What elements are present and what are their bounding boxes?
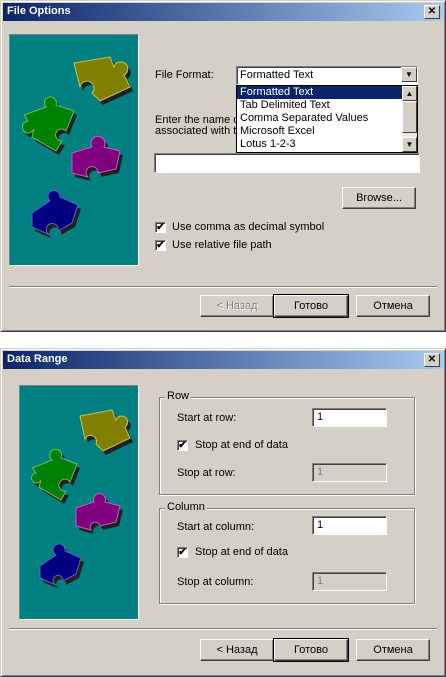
wizard-illustration	[19, 385, 139, 620]
separator	[9, 286, 437, 288]
back-button[interactable]: < Назад	[200, 295, 274, 317]
file-format-select[interactable]: Formatted Text ▼	[236, 66, 418, 85]
dropdown-option[interactable]: Comma Separated Values	[237, 112, 402, 125]
done-button[interactable]: Готово	[273, 638, 349, 662]
dropdown-option[interactable]: Formatted Text	[237, 86, 402, 99]
done-button[interactable]: Готово	[273, 294, 349, 318]
stop-end-row-checkbox[interactable]: ✔	[177, 440, 188, 451]
enter-name-text-2: associated with t	[155, 125, 237, 137]
use-relative-checkbox[interactable]: ✔	[155, 240, 166, 251]
wizard-illustration	[9, 34, 139, 266]
stop-end-row-label: Stop at end of data	[195, 439, 288, 451]
stop-column-input[interactable]: 1	[312, 572, 387, 591]
dropdown-option[interactable]: Tab Delimited Text	[237, 99, 402, 112]
start-column-label: Start at column:	[177, 521, 255, 533]
start-column-input[interactable]: 1	[312, 516, 387, 535]
dropdown-scrollbar[interactable]: ▲ ▼	[402, 86, 417, 152]
file-options-dialog: File Options ✕ File Format: Enter the na…	[0, 0, 446, 332]
stop-row-label: Stop at row:	[177, 467, 236, 479]
stop-column-label: Stop at column:	[177, 576, 254, 588]
dialog-title: File Options	[7, 5, 71, 17]
close-icon[interactable]: ✕	[424, 5, 440, 19]
use-comma-label: Use comma as decimal symbol	[172, 221, 325, 233]
cancel-button[interactable]: Отмена	[356, 639, 430, 661]
stop-row-input[interactable]: 1	[312, 463, 387, 482]
title-bar[interactable]: Data Range ✕	[3, 351, 443, 369]
stop-end-column-checkbox[interactable]: ✔	[177, 547, 188, 558]
use-relative-label: Use relative file path	[172, 239, 272, 251]
file-format-value: Formatted Text	[240, 69, 314, 81]
chevron-down-icon[interactable]: ▼	[401, 67, 417, 82]
chevron-up-icon[interactable]: ▲	[402, 86, 417, 101]
use-comma-checkbox[interactable]: ✔	[155, 222, 166, 233]
dropdown-option[interactable]: Lotus 1-2-3	[237, 138, 402, 151]
file-format-dropdown[interactable]: Formatted Text Tab Delimited Text Comma …	[236, 85, 418, 153]
close-icon[interactable]: ✕	[424, 353, 440, 367]
data-range-dialog: Data Range ✕ Row Start at row: 1 ✔ Stop …	[0, 348, 446, 677]
stop-end-column-label: Stop at end of data	[195, 546, 288, 558]
browse-button[interactable]: Browse...	[342, 187, 416, 209]
start-row-input[interactable]: 1	[312, 408, 387, 427]
back-button[interactable]: < Назад	[200, 639, 274, 661]
puzzle-pieces-icon	[21, 56, 133, 239]
filename-input[interactable]	[154, 153, 420, 173]
scrollbar-thumb[interactable]	[402, 101, 417, 133]
file-format-label: File Format:	[155, 69, 214, 81]
dialog-title: Data Range	[7, 353, 68, 365]
column-group-title: Column	[165, 501, 207, 513]
dropdown-option[interactable]: Microsoft Excel	[237, 125, 402, 138]
row-group-title: Row	[165, 390, 192, 402]
chevron-down-icon[interactable]: ▼	[402, 137, 417, 152]
start-row-label: Start at row:	[177, 412, 237, 424]
cancel-button[interactable]: Отмена	[356, 295, 430, 317]
title-bar[interactable]: File Options ✕	[3, 3, 443, 21]
puzzle-pieces-icon	[30, 409, 133, 589]
separator	[9, 628, 437, 630]
